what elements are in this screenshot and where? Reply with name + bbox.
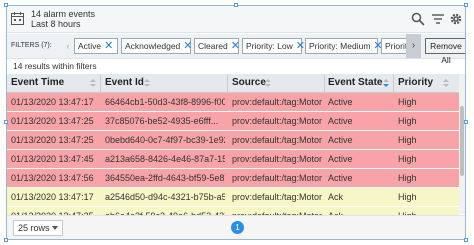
cell-id: 0bebd640-0c7-4f97-bc39-1e92...	[105, 135, 225, 145]
column-header-event-state[interactable]: Event State	[328, 77, 382, 88]
cell-state: Active	[328, 97, 353, 107]
results-count: 14 results within filters	[13, 61, 97, 71]
rows-per-page-select[interactable]: 25 rows	[13, 220, 63, 236]
cell-source: prov:default:/tag:Motor...	[232, 135, 322, 145]
table-row[interactable]: 01/13/2020 13:47:56 364550ea-2ffd-4643-bf…	[7, 169, 459, 188]
cell-id: 66464cb1-50d3-43f8-8996-f007...	[105, 97, 225, 107]
event-count: 14 alarm events	[31, 9, 96, 19]
cell-state: Active	[328, 116, 353, 126]
cell-source: prov:default:/tag:Motor...	[232, 97, 322, 107]
cell-time: 01/13/2020 13:47:25	[11, 135, 94, 145]
sort-icon[interactable]	[90, 79, 96, 87]
cell-time: 01/13/2020 13:47:56	[11, 173, 94, 183]
selection-handle[interactable]	[464, 3, 468, 7]
filter-chip-label: Active	[78, 41, 102, 51]
filter-bar: FILTERS (7): ‹ Active ✕ Acknowledged ✕ Cle…	[7, 34, 465, 65]
cell-priority: High	[398, 135, 417, 145]
remove-filter-icon[interactable]: ✕	[296, 40, 305, 52]
selection-handle[interactable]	[464, 120, 468, 124]
filter-chip-label: Priority: Low	[246, 41, 293, 51]
cell-priority: High	[398, 154, 417, 164]
filter-chip-label: Acknowledged	[125, 41, 181, 51]
cell-source: prov:default:/tag:Motor...	[232, 192, 322, 202]
gear-icon[interactable]	[449, 12, 463, 26]
rows-per-page-value: 25 rows	[18, 223, 50, 233]
vertical-scrollbar[interactable]	[459, 74, 465, 214]
filters-label: FILTERS (7):	[11, 42, 52, 49]
cell-priority: High	[398, 97, 417, 107]
filter-chip-acknowledged: Acknowledged ✕	[121, 38, 193, 54]
sort-icon[interactable]	[443, 79, 449, 87]
table-row[interactable]: 01/13/2020 13:47:17 66464cb1-50d3-43f8-89…	[7, 93, 459, 112]
chevron-down-icon	[52, 226, 58, 230]
cell-time: 01/13/2020 13:47:17	[11, 192, 94, 202]
cell-id: a213a658-8426-4e46-87a7-1572...	[105, 154, 225, 164]
alarm-header: 14 alarm events Last 8 hours	[7, 6, 465, 33]
filters-scroll-left-button[interactable]: ‹	[63, 37, 73, 55]
cell-state: Active	[328, 173, 353, 183]
search-icon[interactable]	[411, 12, 425, 26]
cell-time: 01/13/2020 13:47:17	[11, 97, 94, 107]
time-range: Last 8 hours	[31, 19, 81, 29]
selection-handle[interactable]	[4, 238, 8, 242]
sort-icon[interactable]	[144, 79, 150, 87]
remove-filter-icon[interactable]: ✕	[183, 40, 192, 52]
column-divider[interactable]	[227, 74, 228, 92]
column-header-source[interactable]: Source	[232, 77, 266, 88]
cell-time: 01/13/2020 13:47:25	[11, 116, 94, 126]
cell-id: a2546d50-d94c-4321-b75b-a5c5...	[105, 192, 225, 202]
cell-state: Ack	[328, 192, 344, 202]
cell-priority: High	[398, 192, 417, 202]
remove-filter-icon[interactable]: ✕	[104, 40, 113, 52]
filter-chip-label: Priority: Medium	[309, 41, 371, 51]
selection-handle[interactable]	[4, 120, 8, 124]
sort-icon[interactable]	[265, 79, 271, 87]
cell-state: Active	[328, 135, 353, 145]
filter-chip-priority-medium: Priority: Medium ✕	[305, 38, 383, 54]
cell-source: prov:default:/tag:Motor...	[232, 173, 322, 183]
table-row[interactable]: 01/13/2020 13:47:25 0bebd640-0c7-4f97-bc3…	[7, 131, 459, 150]
cell-priority: High	[398, 173, 417, 183]
table-row[interactable]: 01/13/2020 13:47:45 a213a658-8426-4e46-87…	[7, 150, 459, 169]
column-header-event-id[interactable]: Event Id	[105, 77, 144, 88]
calendar-icon[interactable]	[11, 12, 24, 25]
filters-scroll-right-button[interactable]: ›	[406, 34, 421, 58]
scrollbar-thumb[interactable]	[460, 106, 464, 176]
filter-chip-cleared: Cleared ✕	[194, 38, 240, 54]
column-header-event-time[interactable]: Event Time	[11, 77, 64, 88]
cell-state: Active	[328, 154, 353, 164]
cell-time: 01/13/2020 13:47:45	[11, 154, 94, 164]
page-button-current[interactable]: 1	[231, 221, 244, 234]
cell-source: prov:default:/tag:Motor...	[232, 154, 322, 164]
cell-priority: High	[398, 116, 417, 126]
column-divider[interactable]	[324, 74, 325, 92]
selection-handle[interactable]	[234, 3, 238, 7]
alarm-journal-panel: 14 alarm events Last 8 hours FILTERS (7)…	[6, 5, 466, 240]
filter-chip-priority-low: Priority: Low ✕	[242, 38, 305, 54]
remove-all-button[interactable]: Remove All	[425, 38, 465, 65]
filter-icon[interactable]	[431, 12, 445, 26]
column-divider[interactable]	[393, 74, 394, 92]
cell-id: 364550ea-2ffd-4643-bf59-5e87...	[105, 173, 225, 183]
sort-descending-icon[interactable]	[383, 79, 389, 87]
filter-chip-active: Active ✕	[74, 38, 118, 54]
column-header-priority[interactable]: Priority	[398, 77, 433, 88]
table-row[interactable]: 01/13/2020 13:47:25 37c85076-be52-4935-e6…	[7, 112, 459, 131]
filter-chip-label: Cleared	[198, 41, 228, 51]
cell-id: 37c85076-be52-4935-e6fff...	[105, 116, 219, 126]
selection-handle[interactable]	[464, 238, 468, 242]
remove-filter-icon[interactable]: ✕	[231, 40, 240, 52]
cell-source: prov:default:/tag:Motor...	[232, 116, 322, 126]
table-header: Event Time Event Id Source Event State P…	[7, 74, 459, 93]
table-row[interactable]: 01/13/2020 13:47:17 a2546d50-d94c-4321-b7…	[7, 188, 459, 207]
selection-handle[interactable]	[4, 3, 8, 7]
filter-chip-priority-high: Priority: High	[381, 38, 409, 54]
table-footer: 25 rows 1	[7, 215, 465, 239]
column-divider[interactable]	[100, 74, 101, 92]
